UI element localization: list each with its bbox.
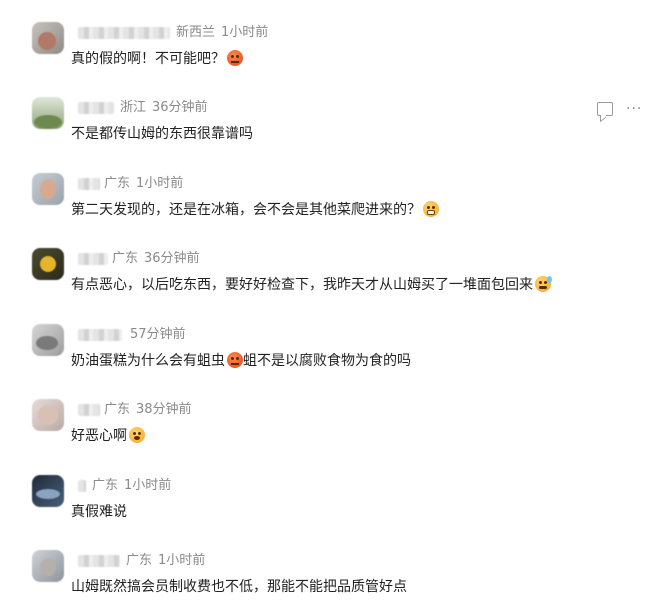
- comment-time: 36分钟前: [144, 251, 200, 266]
- comment-time: 1小时前: [136, 176, 184, 191]
- comment-time: 57分钟前: [130, 327, 186, 342]
- comment-meta: 广东 1小时前: [92, 475, 177, 497]
- username-blurred[interactable]: [78, 555, 120, 567]
- comment-location: 浙江: [120, 100, 147, 115]
- comment-meta: 广东 36分钟前: [112, 248, 206, 270]
- comment-location: 广东: [112, 251, 139, 266]
- comment-content-continued: 蛆不是以腐败食物为食的吗: [243, 353, 411, 369]
- avatar[interactable]: [32, 475, 64, 507]
- more-icon[interactable]: ···: [626, 102, 642, 116]
- username-blurred[interactable]: [78, 404, 100, 416]
- comment-content: 真假难说: [71, 504, 127, 520]
- comment-text: 真假难说: [71, 502, 127, 522]
- comment-text: 奶油蛋糕为什么会有蛆虫 蛆不是以腐败食物为食的吗: [71, 351, 411, 371]
- avatar[interactable]: [32, 97, 64, 129]
- comment-content: 不是都传山姆的东西很靠谱吗: [71, 126, 253, 142]
- comment-meta: 广东 1小时前: [126, 550, 211, 572]
- comment-item: 广东 1小时前 第二天发现的，还是在冰箱，会不会是其他菜爬进来的？: [0, 173, 651, 248]
- comment-content: 山姆既然搞会员制收费也不低，那能不能把品质管好点: [71, 579, 407, 595]
- comment-location: 新西兰: [176, 25, 216, 40]
- sick-emoji-icon: [129, 427, 145, 443]
- username-blurred[interactable]: [78, 253, 108, 265]
- comment-content: 第二天发现的，还是在冰箱，会不会是其他菜爬进来的？: [71, 202, 421, 218]
- comment-location: 广东: [104, 176, 131, 191]
- comment-content: 好恶心啊: [71, 428, 127, 444]
- avatar[interactable]: [32, 324, 64, 356]
- comment-time: 1小时前: [158, 553, 206, 568]
- comment-time: 38分钟前: [136, 402, 192, 417]
- sweat-emoji-icon: [535, 276, 552, 292]
- comment-text: 真的假的啊！不可能吧？: [71, 49, 243, 69]
- comment-item: 广东 36分钟前 有点恶心，以后吃东西，要好好检查下，我昨天才从山姆买了一堆面包回…: [0, 248, 651, 323]
- comment-meta: 广东 38分钟前: [104, 399, 198, 421]
- avatar[interactable]: [32, 22, 64, 54]
- comment-time: 1小时前: [124, 478, 172, 493]
- comment-item: 广东 38分钟前 好恶心啊: [0, 399, 651, 474]
- avatar[interactable]: [32, 173, 64, 205]
- comment-time: 36分钟前: [152, 100, 208, 115]
- comment-text: 有点恶心，以后吃东西，要好好检查下，我昨天才从山姆买了一堆面包回来: [71, 275, 552, 295]
- grin-emoji-icon: [423, 201, 439, 217]
- comment-time: 1小时前: [221, 25, 269, 40]
- username-blurred[interactable]: [78, 102, 114, 114]
- comment-location: 广东: [126, 553, 153, 568]
- comment-item: 新西兰 1小时前 真的假的啊！不可能吧？: [0, 22, 651, 97]
- comment-meta: 广东 1小时前: [104, 173, 189, 195]
- comment-item: 浙江 36分钟前 不是都传山姆的东西很靠谱吗: [0, 97, 651, 172]
- username-blurred[interactable]: [78, 178, 100, 190]
- comment-content: 有点恶心，以后吃东西，要好好检查下，我昨天才从山姆买了一堆面包回来: [71, 277, 533, 293]
- comment-location: 广东: [92, 478, 119, 493]
- angry-emoji-icon: [227, 352, 243, 368]
- comment-text: 山姆既然搞会员制收费也不低，那能不能把品质管好点: [71, 577, 407, 597]
- avatar[interactable]: [32, 399, 64, 431]
- comment-text: 好恶心啊: [71, 426, 145, 446]
- username-blurred[interactable]: [78, 329, 122, 341]
- comment-content: 真的假的啊！不可能吧？: [71, 51, 225, 67]
- angry-emoji-icon: [227, 50, 243, 66]
- comment-item: 广东 1小时前 真假难说: [0, 475, 651, 550]
- comment-meta: 新西兰 1小时前: [176, 22, 274, 44]
- comment-text: 不是都传山姆的东西很靠谱吗: [71, 124, 253, 144]
- comment-icon[interactable]: [597, 102, 613, 116]
- avatar[interactable]: [32, 248, 64, 280]
- comment-item: 广东 1小时前 山姆既然搞会员制收费也不低，那能不能把品质管好点: [0, 550, 651, 613]
- comment-text: 第二天发现的，还是在冰箱，会不会是其他菜爬进来的？: [71, 200, 439, 220]
- comment-location: 广东: [104, 402, 131, 417]
- avatar[interactable]: [32, 550, 64, 582]
- comment-item: 57分钟前 奶油蛋糕为什么会有蛆虫 蛆不是以腐败食物为食的吗: [0, 324, 651, 399]
- comment-meta: 浙江 36分钟前: [120, 97, 214, 119]
- comment-list: 新西兰 1小时前 真的假的啊！不可能吧？ 浙江 36分钟前 不是都传山姆的东西很靠谱…: [0, 0, 651, 613]
- username-blurred[interactable]: [78, 480, 86, 492]
- comment-meta: 57分钟前: [130, 324, 192, 346]
- username-blurred[interactable]: [78, 27, 170, 39]
- comment-content: 奶油蛋糕为什么会有蛆虫: [71, 353, 225, 369]
